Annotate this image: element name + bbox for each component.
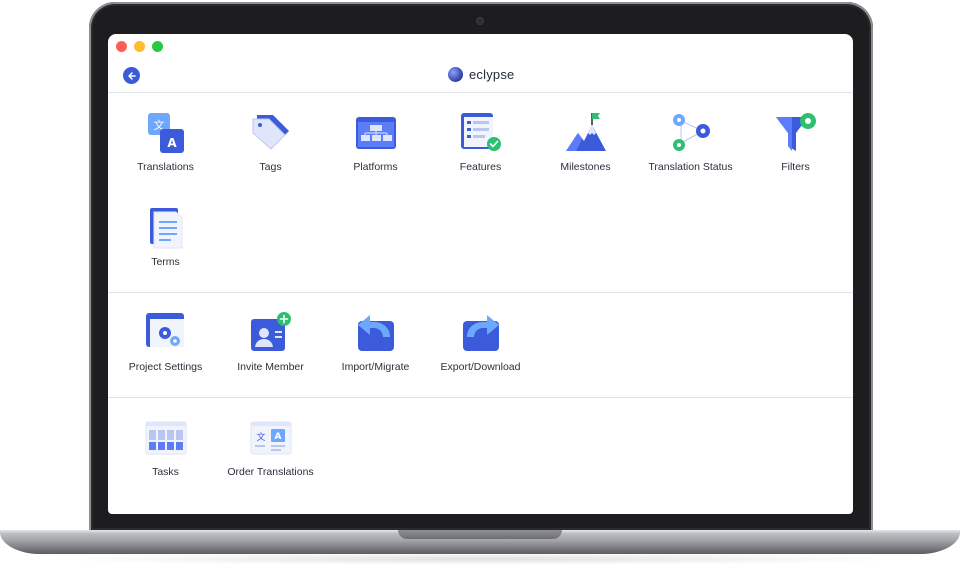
extras-section: Tasks 文 A Order Translations (108, 398, 853, 514)
document-icon (149, 208, 182, 249)
filter-icon (775, 113, 816, 151)
order-translations-icon: 文 A (250, 421, 291, 455)
brand-name: eclypse (469, 67, 515, 82)
tile-label: Export/Download (440, 361, 521, 373)
tile-filters[interactable]: Filters (743, 111, 848, 174)
tile-label: Tags (259, 161, 282, 173)
tag-icon (252, 115, 289, 150)
translate-icon: 文 A (147, 113, 184, 153)
tile-translation-status[interactable]: Translation Status (638, 111, 743, 174)
tile-label: Invite Member (237, 361, 304, 373)
tile-label: Platforms (353, 161, 398, 173)
tile-order-translations[interactable]: 文 A Order Translations (218, 416, 323, 479)
laptop-shadow (40, 553, 920, 565)
brand-logo-icon (448, 67, 463, 82)
tile-label: Import/Migrate (341, 361, 410, 373)
settings-icon (145, 313, 184, 347)
tile-label: Order Translations (227, 466, 314, 478)
platforms-icon (355, 117, 396, 149)
tile-label: Features (459, 161, 502, 173)
export-icon (462, 315, 499, 351)
tile-translations[interactable]: 文 A Translations (113, 111, 218, 174)
minimize-window-button[interactable] (134, 41, 145, 52)
tile-terms[interactable]: Terms (113, 206, 218, 269)
tile-label: Filters (781, 161, 810, 173)
svg-text:A: A (274, 432, 281, 442)
window-controls (116, 41, 163, 52)
svg-text:A: A (167, 136, 177, 150)
tile-label: Tasks (152, 466, 179, 478)
tile-export-download[interactable]: Export/Download (428, 311, 533, 374)
tasks-icon (145, 421, 186, 455)
camera (477, 18, 483, 24)
tile-milestones[interactable]: Milestones (533, 111, 638, 174)
svg-text:文: 文 (256, 431, 265, 443)
maximize-window-button[interactable] (152, 41, 163, 52)
back-button[interactable] (123, 67, 140, 84)
milestone-icon (565, 113, 606, 151)
main-tools-section: 文 A Translations Tags Platforms Features… (108, 93, 853, 293)
tile-import-migrate[interactable]: Import/Migrate (323, 311, 428, 374)
tile-features[interactable]: Features (428, 111, 533, 174)
tile-invite-member[interactable]: Invite Member (218, 311, 323, 374)
tile-tasks[interactable]: Tasks (113, 416, 218, 479)
gears-icon (672, 114, 710, 151)
tile-label: Translation Status (648, 161, 733, 173)
tile-project-settings[interactable]: Project Settings (113, 311, 218, 374)
tile-tags[interactable]: Tags (218, 111, 323, 174)
tile-label: Project Settings (128, 361, 203, 373)
close-window-button[interactable] (116, 41, 127, 52)
tile-platforms[interactable]: Platforms (323, 111, 428, 174)
import-icon (357, 315, 394, 351)
project-tools-section: Project Settings Invite Member Import/Mi… (108, 293, 853, 398)
tile-label: Milestones (560, 161, 611, 173)
app-header: eclypse (108, 56, 853, 93)
invite-member-icon (250, 312, 291, 351)
app-window: eclypse 文 A Translations Tags Platforms … (108, 34, 853, 514)
tile-label: Translations (137, 161, 194, 173)
laptop-notch (398, 530, 562, 539)
tile-label: Terms (151, 256, 180, 268)
brand: eclypse (448, 67, 514, 82)
features-icon (460, 113, 501, 151)
arrow-left-icon (127, 71, 136, 80)
